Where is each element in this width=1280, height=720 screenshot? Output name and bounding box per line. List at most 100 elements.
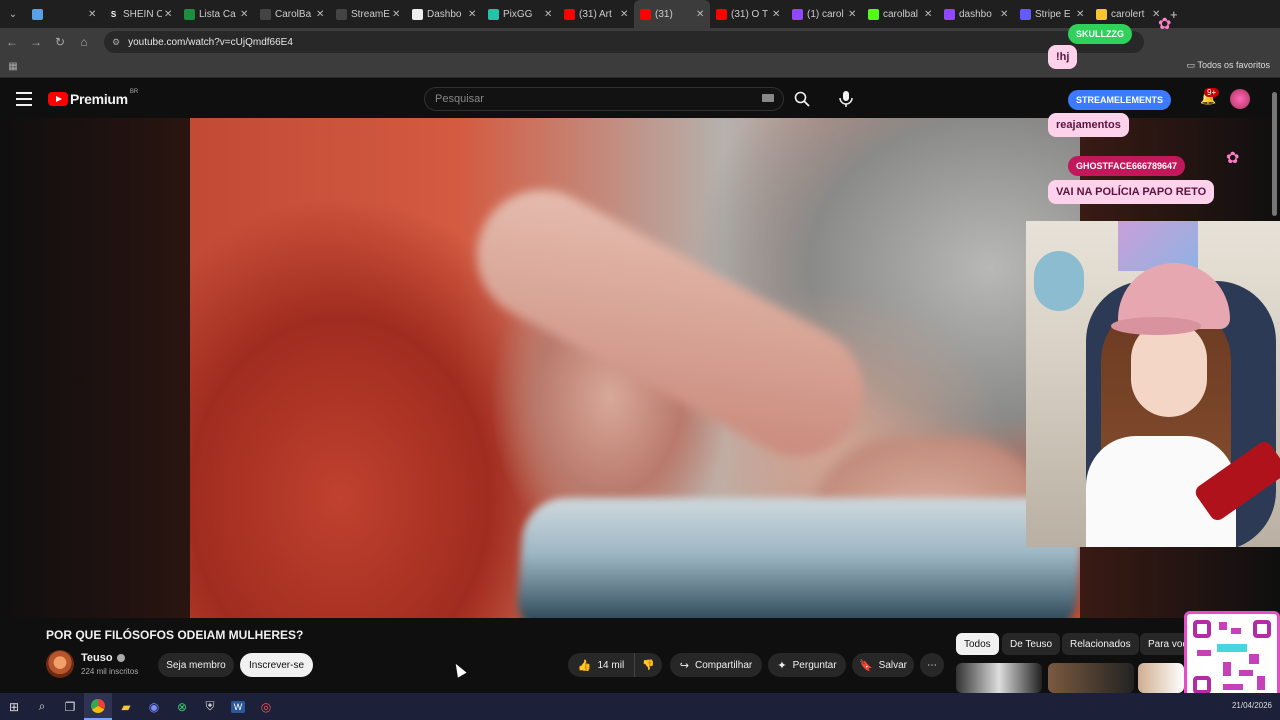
related-thumbnail[interactable] — [1048, 663, 1134, 693]
menu-icon[interactable] — [16, 92, 32, 106]
tab-label: SHEIN C — [123, 8, 162, 20]
close-tab-icon[interactable]: ✕ — [1076, 9, 1086, 20]
share-icon: ↪ — [679, 659, 689, 672]
all-bookmarks-link[interactable]: ▭ Todos os favoritos — [1187, 60, 1270, 71]
verified-icon — [116, 654, 125, 663]
security-shield-icon[interactable]: ⛨ — [196, 693, 224, 720]
related-thumbnail[interactable] — [1138, 663, 1184, 693]
video-frame-finger — [454, 167, 886, 479]
doc-icon — [260, 8, 271, 20]
bookmarks-bar: ▦ ▭ Todos os favoritos — [0, 56, 1280, 78]
thumbs-down-icon: 👎 — [642, 659, 655, 671]
close-tab-icon[interactable]: ✕ — [468, 9, 478, 20]
logo-region: BR — [129, 89, 139, 95]
xbox-icon[interactable]: ⊗ — [168, 693, 196, 720]
tab-label: (31) Art — [579, 8, 612, 20]
cap-brim — [1111, 317, 1201, 335]
channel-name[interactable]: Teuso — [81, 652, 125, 664]
chip-from-channel[interactable]: De Teuso — [1002, 633, 1061, 655]
youtube-premium-logo[interactable]: Premium BR — [48, 89, 139, 107]
microphone-icon — [839, 91, 853, 107]
more-dots-icon: ⋯ — [927, 659, 937, 671]
search-input[interactable]: Pesquisar — [424, 87, 784, 111]
obs-icon[interactable]: ◎ — [252, 693, 280, 720]
search-icon[interactable]: ⌕ — [28, 693, 56, 720]
chip-related[interactable]: Relacionados — [1062, 633, 1139, 655]
keyboard-icon[interactable] — [762, 94, 774, 102]
close-tab-icon[interactable]: ✕ — [392, 9, 402, 20]
thumbs-up-icon: 👍 — [577, 659, 592, 672]
avatar[interactable] — [1230, 89, 1250, 109]
apps-grid-icon[interactable]: ▦ — [0, 61, 26, 72]
close-tab-icon[interactable]: ✕ — [1000, 9, 1010, 20]
close-tab-icon[interactable]: ✕ — [88, 9, 98, 20]
browser-tab[interactable]: ✕ — [26, 0, 102, 28]
tab-strip: ✕ S SHEIN C ✕ Lista Ca ✕ CarolBa ✕ StreamE ✕ Dashb… — [26, 0, 1166, 28]
file-explorer-icon[interactable]: ▰ — [112, 693, 140, 720]
close-tab-icon[interactable]: ✕ — [164, 9, 174, 20]
related-thumbnail[interactable] — [956, 663, 1042, 693]
join-button[interactable]: Seja membro — [158, 653, 234, 677]
bookmark-icon: 🔖 — [858, 659, 873, 672]
save-button[interactable]: 🔖 Salvar — [852, 653, 914, 677]
browser-tab[interactable]: (31) ✕ — [634, 0, 710, 28]
browser-tab[interactable]: (31) O T ✕ — [710, 0, 786, 28]
more-actions-button[interactable]: ⋯ — [920, 653, 944, 677]
windows-start-icon[interactable]: ⊞ — [0, 693, 28, 720]
ask-button[interactable]: ✦ Perguntar — [768, 653, 846, 677]
browser-tab[interactable]: (31) Art ✕ — [558, 0, 634, 28]
tab-search-chevron-icon[interactable]: ⌄ — [0, 0, 26, 28]
home-icon[interactable]: ⌂ — [72, 30, 96, 54]
like-button[interactable]: 👍 14 mil — [568, 653, 634, 677]
close-tab-icon[interactable]: ✕ — [924, 9, 934, 20]
youtube-play-icon — [48, 92, 68, 106]
channel-avatar[interactable] — [46, 650, 74, 678]
browser-tab[interactable]: CarolBa ✕ — [254, 0, 330, 28]
browser-tab[interactable]: StreamE ✕ — [330, 0, 406, 28]
chat-user-tag: STREAMELEMENTS — [1068, 90, 1172, 110]
reload-icon[interactable]: ↻ — [48, 30, 72, 54]
url-text: youtube.com/watch?v=cUjQmdf66E4 — [128, 36, 293, 48]
chip-all[interactable]: Todos — [956, 633, 999, 655]
youtube-icon — [716, 8, 727, 20]
site-info-icon[interactable]: ⚙ — [112, 37, 120, 48]
browser-tab[interactable]: carolbal ✕ — [862, 0, 938, 28]
chrome-icon[interactable] — [84, 693, 112, 720]
share-button[interactable]: ↪ Compartilhar — [670, 653, 762, 677]
word-icon[interactable]: W — [224, 693, 252, 720]
search-placeholder: Pesquisar — [435, 93, 484, 105]
tab-label: (31) O T — [731, 8, 769, 20]
close-tab-icon[interactable]: ✕ — [316, 9, 326, 20]
task-view-icon[interactable]: ❐ — [56, 693, 84, 720]
close-tab-icon[interactable]: ✕ — [696, 9, 706, 20]
discord-icon[interactable]: ◉ — [140, 693, 168, 720]
browser-tab[interactable]: PixGG ✕ — [482, 0, 558, 28]
close-tab-icon[interactable]: ✕ — [848, 9, 858, 20]
subscribe-button[interactable]: Inscrever-se — [240, 653, 313, 677]
close-tab-icon[interactable]: ✕ — [772, 9, 782, 20]
dislike-button[interactable]: 👎 — [634, 653, 662, 677]
gem-icon — [32, 8, 43, 20]
sparkle-icon: ✦ — [777, 659, 787, 672]
alert-icon — [1096, 8, 1107, 20]
back-icon[interactable]: ← — [0, 30, 24, 54]
close-tab-icon[interactable]: ✕ — [544, 9, 554, 20]
browser-tab[interactable]: dashbo ✕ — [938, 0, 1014, 28]
close-tab-icon[interactable]: ✕ — [620, 9, 630, 20]
tab-label: carolert — [1111, 8, 1145, 20]
url-field[interactable]: ⚙ youtube.com/watch?v=cUjQmdf66E4 — [104, 31, 1144, 53]
browser-tab[interactable]: (1) carol ✕ — [786, 0, 862, 28]
folder-icon: ▭ — [1186, 60, 1198, 70]
browser-tab[interactable]: S SHEIN C ✕ — [102, 0, 178, 28]
browser-tab[interactable]: Dashbo ✕ — [406, 0, 482, 28]
flower-icon: ✿ — [1158, 16, 1172, 33]
video-player[interactable] — [190, 118, 1080, 618]
voice-search-button[interactable] — [832, 85, 860, 113]
taskbar: ⊞ ⌕ ❐ ▰ ◉ ⊗ ⛨ W ◎ 21/04/2026 — [0, 693, 1280, 720]
tab-label: Dashbo — [427, 8, 462, 20]
search-button[interactable] — [786, 86, 818, 112]
scrollbar[interactable] — [1272, 92, 1277, 216]
browser-tab[interactable]: Lista Ca ✕ — [178, 0, 254, 28]
close-tab-icon[interactable]: ✕ — [240, 9, 250, 20]
forward-icon[interactable]: → — [24, 30, 48, 54]
